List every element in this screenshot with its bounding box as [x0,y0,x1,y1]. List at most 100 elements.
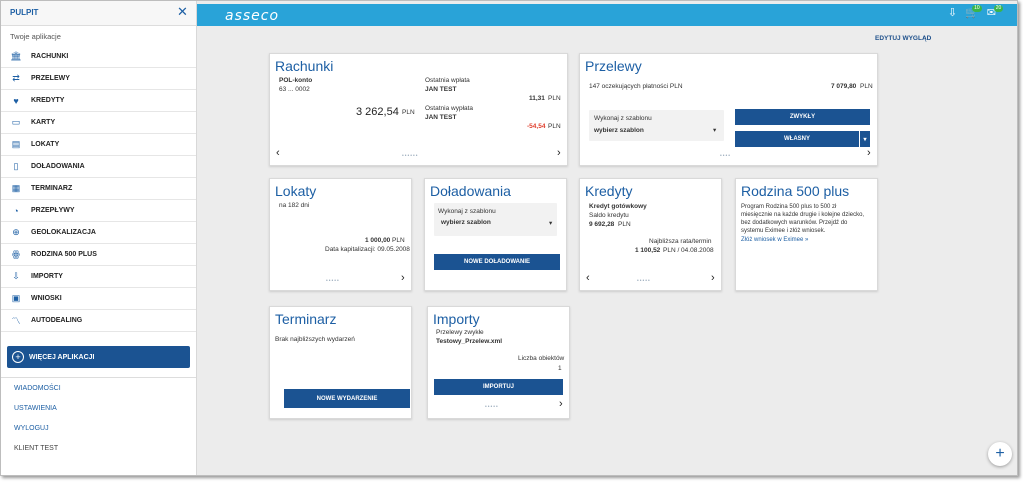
new-event-button[interactable]: NOWE WYDARZENIE [284,389,410,408]
loan-name[interactable]: Kredyt gotówkowy [589,203,647,210]
plus-icon: + [995,445,1005,462]
account-currency: PLN [402,109,415,116]
sidebar-item-kredyty[interactable]: ♥ KREDYTY [1,90,196,112]
deposit-icon: ▤ [11,139,21,149]
import-file[interactable]: Testowy_Przelew.xml [436,338,502,345]
sidebar-item-label: PRZEPŁYWY [31,207,75,214]
top-bar-icons: ⇩ 🛒 10 ✉ 20 [948,5,1004,19]
sidebar-item-importy[interactable]: ⇩ IMPORTY [1,266,196,288]
messages-link[interactable]: WIADOMOŚCI [1,378,196,398]
tile-lokaty: Lokaty na 182 dni 1 000,00 PLN Data kapi… [269,178,412,291]
edit-view-link[interactable]: EDYTUJ WYGLĄD [875,35,931,42]
sidebar-item-przeplywy[interactable]: ◔ PRZEPŁYWY [1,200,196,222]
deposit-period[interactable]: na 182 dni [279,202,309,209]
template-label: Wykonaj z szablonu [594,115,652,122]
loan-currency: PLN [618,221,631,228]
sidebar-item-lokaty[interactable]: ▤ LOKATY [1,134,196,156]
next-arrow-icon[interactable]: › [559,399,563,410]
sidebar-item-label: RODZINA 500 PLUS [31,251,97,258]
family-icon: ꙮ [12,249,20,259]
next-arrow-icon[interactable]: › [867,148,871,159]
import-icon: ⇩ [12,271,20,281]
sidebar-item-label: RACHUNKI [31,53,69,60]
new-topup-button[interactable]: NOWE DOŁADOWANIE [434,254,560,270]
close-icon[interactable]: ✕ [177,5,188,18]
pending-amount: 7 079,80 [831,83,857,90]
mail-icon[interactable]: ✉ 20 [987,5,1004,19]
prev-arrow-icon[interactable]: ‹ [586,273,590,284]
sidebar-subtitle: Twoje aplikacje [10,32,61,41]
next-installment-date: PLN / 04.08.2008 [663,247,714,254]
deposit-currency: PLN [392,237,405,244]
tile-kredyty: Kredyty Kredyt gotówkowy Saldo kredytu 9… [579,178,722,291]
tile-title: Terminarz [275,311,337,327]
sidebar: PULPIT ✕ Twoje aplikacje 🏛 RACHUNKI ⇄ PRZE… [1,1,197,475]
account-name[interactable]: POL-konto [279,77,312,84]
pagination-dots: ••••• [485,404,499,410]
sidebar-item-wnioski[interactable]: ▣ WNIOSKI [1,288,196,310]
sidebar-item-karty[interactable]: ▭ KARTY [1,112,196,134]
add-widget-button[interactable]: + [988,442,1012,466]
last-out-name: JAN TEST [425,114,457,121]
transfer-icon: ⇄ [12,73,20,83]
deposit-amount: 1 000,00 [365,237,391,244]
loan-balance: 9 692,28 [589,221,615,228]
sidebar-item-geolokalizacja[interactable]: ⊕ GEOLOKALIZACJA [1,222,196,244]
document-icon: ▣ [11,293,21,303]
logout-link[interactable]: WYLOGUJ [1,418,196,438]
more-apps-label: WIĘCEJ APLIKACJI [29,353,95,361]
tile-title: Kredyty [585,183,633,199]
tile-title: Rodzina 500 plus [741,183,850,199]
sidebar-item-label: KARTY [31,119,56,126]
import-button[interactable]: IMPORTUJ [434,379,563,395]
last-out-amount: -54,54 [527,123,546,130]
tile-title: Rachunki [275,58,334,74]
own-transfer-button[interactable]: WŁASNY [735,131,859,147]
sidebar-item-doladowania[interactable]: ▯ DOŁADOWANIA [1,156,196,178]
download-icon[interactable]: ⇩ [948,6,957,19]
chevron-down-icon: ▾ [713,127,717,134]
import-type: Przelewy zwykłe [436,329,484,336]
template-value: wybierz szablon [441,219,491,226]
next-arrow-icon[interactable]: › [711,273,715,284]
sidebar-item-terminarz[interactable]: ▦ TERMINARZ [1,178,196,200]
settings-link[interactable]: USTAWIENIA [1,398,196,418]
pending-currency: PLN [860,83,873,90]
user-name: KLIENT TEST [14,444,59,452]
own-transfer-dropdown[interactable]: ▾ [860,131,870,147]
apply-eximee-link[interactable]: Złóż wniosek w Eximee » [741,237,808,243]
sidebar-item-autodealing[interactable]: 〽 AUTODEALING [1,310,196,332]
loan-balance-label: Saldo kredytu [589,212,629,219]
sidebar-item-label: GEOLOKALIZACJA [31,229,96,236]
more-apps-button[interactable]: + WIĘCEJ APLIKACJI [7,346,190,368]
sidebar-item-label: DOŁADOWANIA [31,163,85,170]
sidebar-item-rachunki[interactable]: 🏛 RACHUNKI [1,46,196,68]
tile-title: Lokaty [275,183,317,199]
sidebar-bottom-links: WIADOMOŚCI USTAWIENIA WYLOGUJ KLIENT TES… [1,377,196,458]
program-text: miesięcznie na każde drugie i kolejne dz… [741,212,865,218]
asseco-logo: asseco [225,8,280,24]
pagination-dots: ••••• [326,278,340,284]
handshake-icon: ♥ [13,95,19,106]
globe-icon: ⊕ [12,227,20,237]
next-installment-label: Najbliższa rata/termin [649,238,712,245]
cart-icon[interactable]: 🛒 10 [965,5,982,19]
template-label: Wykonaj z szablonu [438,208,496,215]
last-in-currency: PLN [548,95,561,102]
template-select[interactable]: Wykonaj z szablonu wybierz szablon ▾ [434,203,557,236]
pagination-dots: •••••• [402,153,419,159]
prev-arrow-icon[interactable]: ‹ [276,148,280,159]
program-text: Program Rodzina 500 plus to 500 zł [741,204,837,210]
tile-title: Przelewy [585,58,642,74]
chevron-down-icon: ▾ [863,136,867,143]
program-text: systemu Eximee i złóż wniosek. [741,228,826,234]
next-arrow-icon[interactable]: › [401,273,405,284]
sidebar-item-przelewy[interactable]: ⇄ PRZELEWY [1,68,196,90]
normal-transfer-button[interactable]: ZWYKŁY [735,109,870,125]
pending-payments[interactable]: 147 oczekujących płatności PLN [589,83,683,90]
chart-icon: 〽 [11,316,21,326]
template-select[interactable]: Wykonaj z szablonu wybierz szablon ▾ [589,110,724,141]
next-arrow-icon[interactable]: › [557,148,561,159]
sidebar-item-rodzina[interactable]: ꙮ RODZINA 500 PLUS [1,244,196,266]
sidebar-item-label: LOKATY [31,141,60,148]
